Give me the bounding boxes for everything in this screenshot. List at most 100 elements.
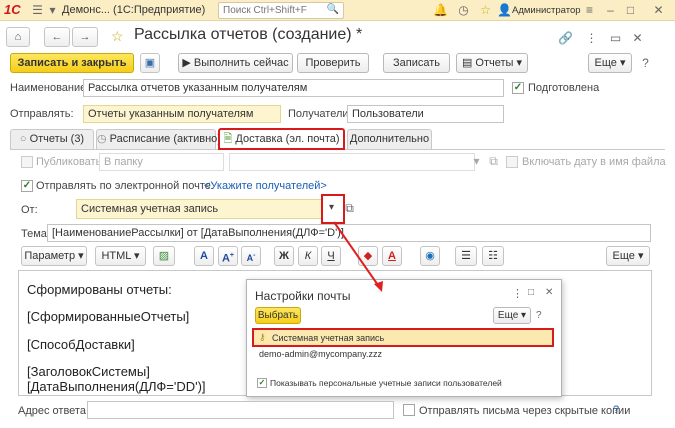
home-button[interactable]: ⌂ — [6, 27, 30, 47]
font-button[interactable]: A — [194, 246, 214, 266]
more-vertical-icon[interactable]: ⋮ — [584, 31, 599, 46]
tab-additional[interactable]: Дополнительно — [347, 129, 432, 149]
folder-select[interactable]: В папку — [99, 153, 224, 171]
open-account-icon[interactable]: ⧉ — [342, 201, 357, 216]
user-icon[interactable]: 👤 — [497, 3, 512, 18]
recipients-link[interactable]: <Укажите получателей> — [204, 180, 327, 192]
name-field[interactable]: Рассылка отчетов указанным получателям — [83, 79, 504, 97]
floppy-disk-icon: ▣ — [144, 57, 156, 69]
minimize-icon[interactable]: – — [603, 3, 618, 18]
write-button[interactable]: Записать — [383, 53, 450, 73]
globe-icon: ◉ — [425, 250, 435, 262]
menu-icon[interactable]: ☰ — [30, 3, 45, 18]
1c-logo: 1С — [4, 2, 21, 17]
help-icon[interactable]: ? — [638, 56, 653, 71]
account-row-demo[interactable]: demo-admin@mycompany.zzz — [259, 349, 382, 359]
select-button[interactable]: Выбрать — [255, 307, 301, 324]
bell-icon[interactable]: 🔔 — [433, 3, 448, 18]
prepared-label: Подготовлена — [528, 82, 600, 94]
bullet-list-icon: ☰ — [461, 250, 471, 262]
reply-address-label: Адрес ответа: — [18, 405, 90, 417]
maximize-icon[interactable]: □ — [528, 287, 534, 298]
circle-icon: ○ — [19, 133, 30, 145]
send-email-label: Отправлять по электронной почте: — [36, 180, 214, 192]
send-type-select[interactable]: Отчеты указанным получателям — [83, 105, 281, 123]
account-row-system[interactable]: ⚷ Системная учетная запись — [252, 328, 554, 347]
prepared-checkbox[interactable]: ✓ — [512, 82, 524, 94]
recipients-field[interactable]: Пользователи — [347, 105, 504, 123]
form-close-icon[interactable]: ✕ — [630, 31, 645, 46]
from-account-select[interactable]: Системная учетная запись — [76, 199, 336, 219]
help-icon[interactable]: ? — [613, 404, 619, 416]
app-title: Демонс... (1С:Предприятие) — [62, 4, 206, 16]
maximize-icon[interactable]: □ — [623, 3, 638, 18]
show-personal-checkbox[interactable]: ✓ — [257, 378, 267, 388]
bold-button[interactable]: Ж — [274, 246, 294, 266]
parameter-button[interactable]: Параметр ▾ — [21, 246, 87, 266]
more-button[interactable]: Еще ▾ — [588, 53, 632, 73]
popup-more-button[interactable]: Еще ▾ — [493, 307, 531, 324]
global-search[interactable]: 🔍 — [218, 2, 344, 19]
star-icon[interactable]: ☆ — [478, 3, 493, 18]
editor-more-button[interactable]: Еще ▾ — [606, 246, 650, 266]
bullet-list-button[interactable]: ☰ — [455, 246, 477, 266]
publish-label: Публиковать — [36, 156, 102, 168]
key-icon: ⚷ — [259, 332, 266, 342]
reply-address-field[interactable] — [87, 401, 394, 419]
tab-delivery[interactable]: 🗎 Доставка (эл. почта) — [218, 128, 345, 150]
send-email-checkbox[interactable]: ✓ — [21, 180, 33, 192]
forward-button[interactable]: → — [72, 27, 98, 47]
open-icon[interactable]: ⧉ — [486, 154, 501, 169]
search-input[interactable] — [219, 3, 327, 18]
reports-button[interactable]: ▤ Отчеты ▾ — [456, 53, 528, 73]
arrow-left-icon: ← — [51, 31, 63, 43]
chevron-down-icon: ▾ — [329, 202, 335, 213]
play-icon: ▶ — [182, 57, 194, 69]
page-title: Рассылка отчетов (создание) * — [134, 26, 363, 43]
tab-schedule[interactable]: ◷ Расписание (активно) — [96, 129, 221, 149]
dropdown-icon[interactable]: ▾ — [469, 154, 484, 169]
numbered-list-button[interactable]: ☷ — [482, 246, 504, 266]
tab-reports[interactable]: ○ Отчеты (3) — [10, 129, 94, 149]
publish-checkbox[interactable] — [21, 156, 33, 168]
clock-icon: ◷ — [97, 133, 110, 145]
close-icon[interactable]: ✕ — [651, 3, 666, 18]
html-format-button[interactable]: HTML ▾ — [95, 246, 146, 266]
home-icon: ⌂ — [14, 31, 22, 43]
run-now-button[interactable]: ▶ Выполнить сейчас — [178, 53, 293, 73]
hidden-copies-checkbox[interactable] — [403, 404, 415, 416]
close-icon[interactable]: ✕ — [545, 287, 553, 298]
window-restore-icon[interactable]: ▭ — [608, 31, 623, 46]
link-icon[interactable]: 🔗 — [558, 31, 573, 46]
name-label: Наименование: — [10, 82, 90, 94]
account-name: Системная учетная запись — [272, 333, 385, 343]
include-date-checkbox[interactable] — [506, 156, 518, 168]
insert-image-button[interactable]: ▨ — [153, 246, 175, 266]
annotation-arrow — [333, 221, 383, 292]
favorite-star-icon[interactable]: ☆ — [111, 28, 124, 45]
check-button[interactable]: Проверить — [297, 53, 369, 73]
editor-line: [ЗаголовокСистемы] — [27, 364, 150, 379]
current-user[interactable]: Администратор — [512, 5, 581, 16]
editor-line: [СпособДоставки] — [27, 337, 135, 352]
mail-settings-popup: Настройки почты ⋮ □ ✕ Выбрать Еще ▾ ? ⚷ … — [246, 279, 562, 397]
editor-line: [ДатаВыполнения(ДЛФ='DD')] — [27, 379, 206, 394]
report-icon: ▤ — [461, 57, 476, 69]
chevron-down-icon[interactable]: ▾ — [45, 3, 60, 18]
settings-icon[interactable]: ≡ — [582, 3, 597, 18]
font-increase-button[interactable]: A+ — [218, 246, 238, 266]
help-icon[interactable]: ? — [536, 310, 542, 321]
spellcheck-button[interactable]: ◉ — [420, 246, 440, 266]
save-and-close-button[interactable]: Записать и закрыть — [10, 53, 134, 73]
font-decrease-button[interactable]: A- — [241, 246, 261, 266]
history-icon[interactable]: ◷ — [456, 3, 471, 18]
back-button[interactable]: ← — [44, 27, 70, 47]
editor-line: Сформированы отчеты: — [27, 282, 172, 297]
folder-path-field[interactable] — [229, 153, 475, 171]
chevron-down-icon: ▾ — [518, 310, 527, 321]
chevron-down-icon: ▾ — [130, 250, 140, 262]
hidden-copies-label: Отправлять письма через скрытые копии — [419, 405, 631, 417]
save-button[interactable]: ▣ — [140, 53, 160, 73]
italic-button[interactable]: К — [298, 246, 318, 266]
more-vertical-icon[interactable]: ⋮ — [512, 287, 523, 300]
